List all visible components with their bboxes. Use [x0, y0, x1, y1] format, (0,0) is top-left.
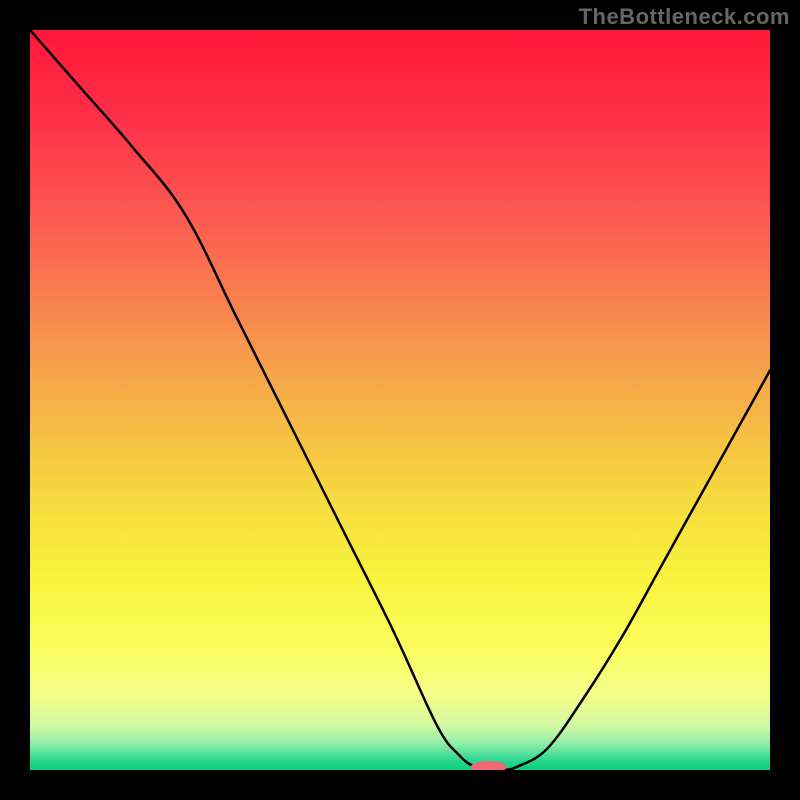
chart-svg: [30, 30, 770, 770]
chart-frame: TheBottleneck.com: [0, 0, 800, 800]
plot-area: [30, 30, 770, 770]
watermark-text: TheBottleneck.com: [579, 4, 790, 30]
gradient-background: [30, 30, 770, 770]
